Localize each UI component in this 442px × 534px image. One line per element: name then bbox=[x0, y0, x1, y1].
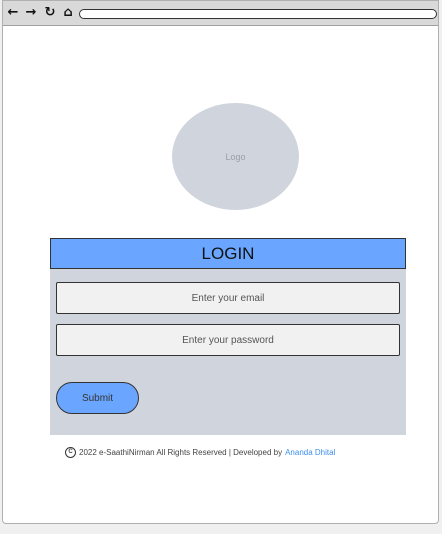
logo-placeholder: Logo bbox=[172, 103, 299, 210]
email-field[interactable]: Enter your email bbox=[56, 282, 400, 314]
address-bar[interactable] bbox=[79, 9, 437, 19]
login-form: LOGIN Enter your email Enter your passwo… bbox=[50, 238, 406, 435]
logo-label: Logo bbox=[225, 151, 246, 162]
forward-arrow-icon[interactable]: → bbox=[24, 5, 38, 21]
developer-link[interactable]: Ananda Dhital bbox=[285, 448, 335, 457]
footer: C 2022 e-SaathiNirman All Rights Reserve… bbox=[65, 446, 335, 458]
home-icon[interactable]: ⌂ bbox=[61, 5, 75, 21]
login-title: LOGIN bbox=[50, 238, 406, 269]
back-arrow-icon[interactable]: ← bbox=[6, 5, 20, 21]
reload-icon[interactable]: ↻ bbox=[43, 5, 57, 21]
browser-window: ← → ↻ ⌂ Logo LOGIN Enter your email Ente… bbox=[2, 0, 439, 524]
browser-toolbar: ← → ↻ ⌂ bbox=[3, 1, 438, 26]
submit-button[interactable]: Submit bbox=[56, 382, 139, 414]
footer-text: 2022 e-SaathiNirman All Rights Reserved … bbox=[79, 447, 283, 457]
copyright-icon: C bbox=[65, 446, 76, 458]
password-field[interactable]: Enter your password bbox=[56, 324, 400, 356]
